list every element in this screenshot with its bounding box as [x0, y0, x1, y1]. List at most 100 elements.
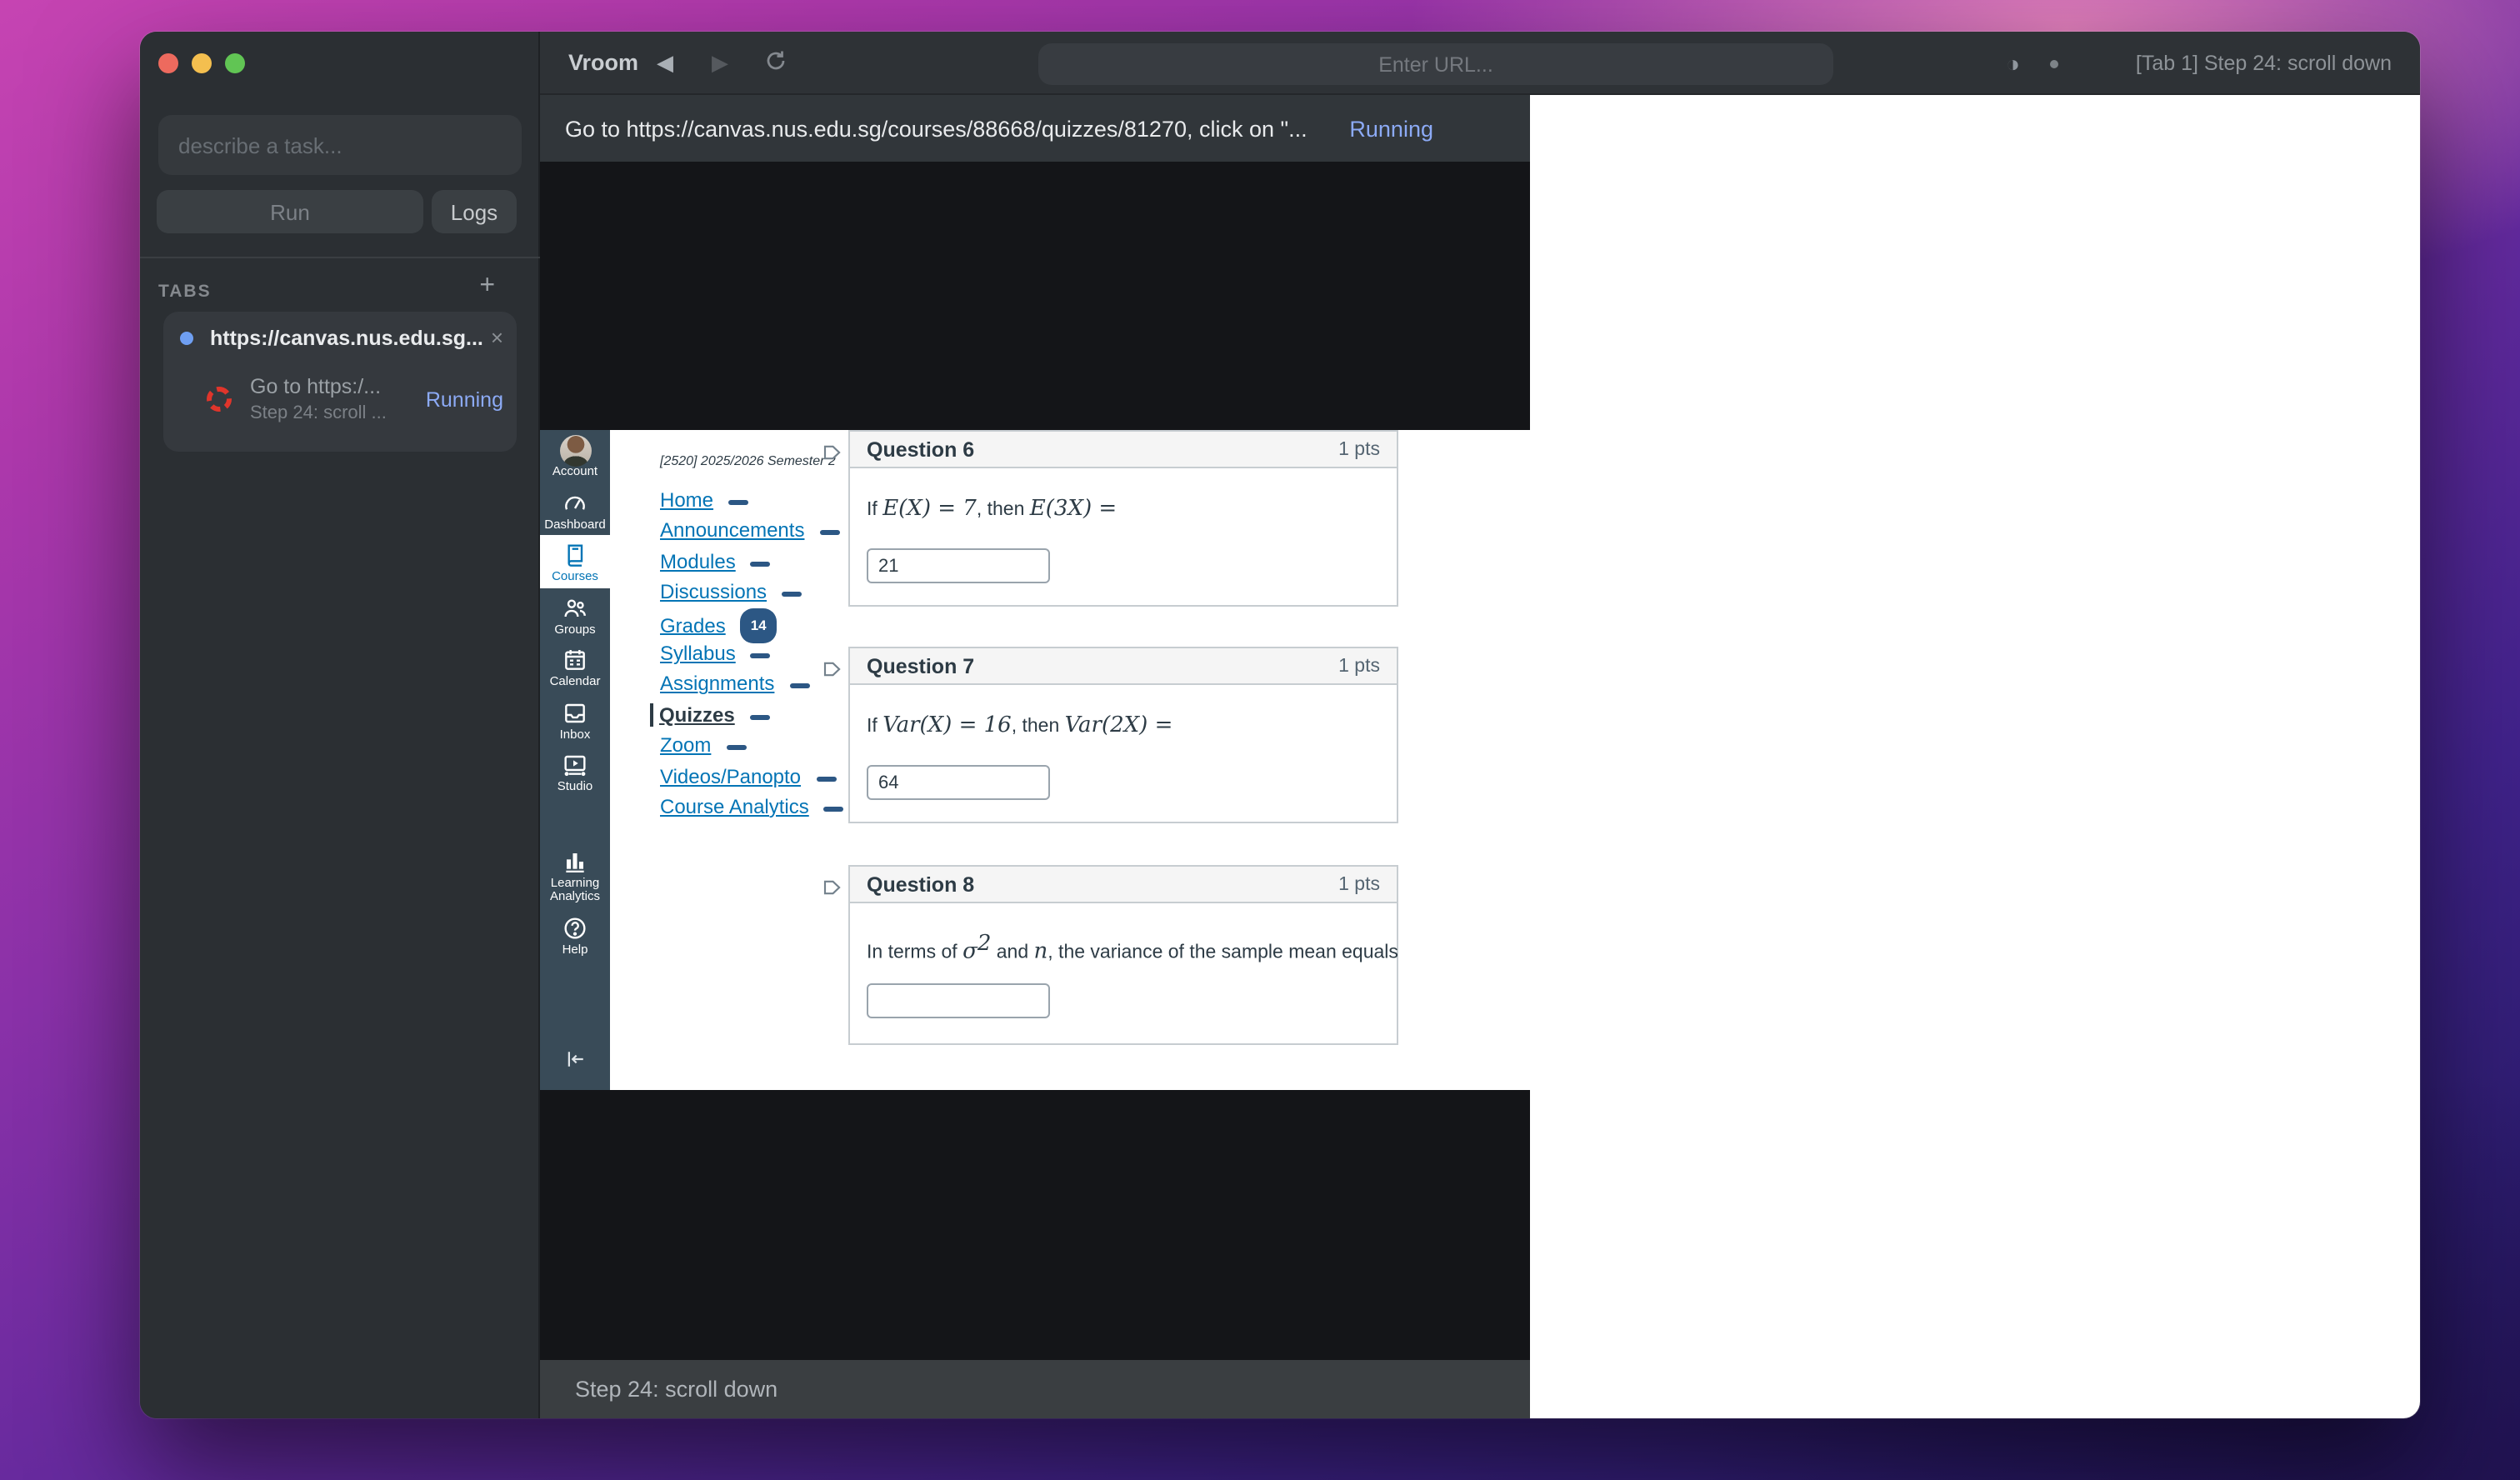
global-nav-dashboard[interactable]: Dashboard: [540, 482, 610, 535]
viewport-letterbox-top: [540, 162, 1530, 430]
forward-icon[interactable]: ▶: [712, 32, 728, 95]
minimize-window-button[interactable]: [192, 53, 212, 73]
studio-icon: [540, 750, 610, 778]
question-points: 1 pts: [1338, 439, 1380, 459]
course-nav-link[interactable]: Syllabus: [660, 642, 736, 665]
grades-unread-badge: [728, 500, 748, 505]
canvas-favicon: [207, 387, 232, 412]
run-button[interactable]: Run: [157, 190, 423, 233]
course-nav-link[interactable]: Grades: [660, 613, 726, 637]
task-description-input[interactable]: [158, 115, 522, 175]
url-input[interactable]: [1038, 43, 1833, 85]
close-tab-icon[interactable]: ×: [491, 328, 503, 348]
zoom-window-button[interactable]: [225, 53, 245, 73]
gnav-items: Account Dashboard Courses Groups Calenda…: [540, 430, 610, 960]
question-flag-icon[interactable]: [823, 655, 842, 685]
tab-step-status: [Tab 1] Step 24: scroll down: [2136, 32, 2392, 95]
global-nav-inbox[interactable]: Inbox: [540, 692, 610, 745]
grades-unread-badge: [726, 745, 746, 750]
global-nav-account[interactable]: Account: [540, 430, 610, 482]
question-prompt: In terms of σ2 and n, the variance of th…: [867, 932, 1398, 965]
course-nav-link[interactable]: Home: [660, 488, 713, 512]
agent-step-text: Step 24: scroll down: [575, 1377, 778, 1402]
global-nav-calendar[interactable]: Calendar: [540, 640, 610, 692]
theme-toggle-icon[interactable]: ◑: [2006, 32, 2020, 95]
question-card: Question 7 1 pts If Var(X) = 16, then Va…: [848, 647, 1398, 823]
tab-active-dot: [180, 332, 193, 345]
question-title: Question 6: [867, 438, 1338, 461]
question-header: Question 6 1 pts: [850, 432, 1397, 468]
course-nav-link[interactable]: Modules: [660, 550, 736, 573]
task-header-text: Go to https://canvas.nus.edu.sg/courses/…: [565, 116, 1316, 141]
grades-unread-badge: [782, 592, 802, 597]
course-nav-link[interactable]: Zoom: [660, 733, 711, 757]
question-body: If E(X) = 7, then E(3X) =: [850, 468, 1397, 642]
course-nav-item: Home: [660, 485, 868, 516]
vroom-app-window: Run Logs TABS + https://canvas.nus.edu.s…: [140, 32, 2420, 1418]
task-header-status: Running: [1349, 116, 1433, 141]
window-controls: [158, 53, 245, 73]
course-nav-link[interactable]: Course Analytics: [660, 795, 809, 818]
course-nav-item: Modules: [660, 547, 868, 578]
help-icon: [540, 912, 610, 941]
calendar-icon: [540, 645, 610, 673]
grades-unread-badge: [750, 714, 770, 719]
grades-unread-badge: [824, 807, 844, 812]
global-nav-studio[interactable]: Studio: [540, 745, 610, 798]
add-tab-button[interactable]: +: [479, 273, 495, 300]
viewport-letterbox-bottom: [540, 1090, 1530, 1360]
course-nav-link[interactable]: Quizzes: [649, 702, 735, 726]
global-nav-courses[interactable]: Courses: [540, 535, 610, 588]
course-nav-item: Zoom: [660, 730, 868, 761]
inbox-icon: [540, 698, 610, 726]
stage: Run Logs TABS + https://canvas.nus.edu.s…: [0, 0, 2520, 1480]
global-nav-help[interactable]: Help: [540, 908, 610, 960]
browser-toolbar: Vroom ◀ ▶ ◑ [Tab 1] Step 24: scroll down: [540, 32, 2420, 95]
question-points: 1 pts: [1338, 874, 1380, 894]
course-nav-link[interactable]: Videos/Panopto: [660, 764, 801, 788]
question-card: Question 6 1 pts If E(X) = 7, then E(3X)…: [848, 430, 1398, 607]
close-window-button[interactable]: [158, 53, 178, 73]
tab-task-step: Step 24: scroll ...: [250, 403, 416, 423]
course-nav: [2520] 2025/2026 Semester 2 Home Announc…: [660, 453, 868, 822]
course-nav-item: Announcements: [660, 516, 868, 547]
tab-task-title: Go to https:/...: [250, 375, 416, 398]
course-nav-item: Discussions: [660, 577, 868, 608]
global-nav-groups[interactable]: Groups: [540, 588, 610, 640]
grades-unread-badge: [751, 653, 771, 658]
question-card: Question 8 1 pts In terms of σ2 and n, t…: [848, 865, 1398, 1045]
reload-icon[interactable]: [763, 48, 788, 78]
grades-unread-badge: [819, 531, 839, 536]
question-title: Question 8: [867, 872, 1338, 896]
question-flag-icon[interactable]: [823, 873, 842, 903]
course-nav-item: Videos/Panopto: [660, 761, 868, 792]
task-header-row: Go to https://canvas.nus.edu.sg/courses/…: [540, 95, 1530, 162]
question-body: If Var(X) = 16, then Var(2X) =: [850, 685, 1397, 858]
people-icon: [540, 592, 610, 621]
chart-icon: [540, 846, 610, 874]
answer-input[interactable]: [867, 548, 1050, 583]
global-nav-learning-analytics[interactable]: Learning Analytics: [540, 841, 610, 908]
answer-input[interactable]: [867, 983, 1050, 1018]
logs-button[interactable]: Logs: [432, 190, 517, 233]
gauge-icon: [540, 488, 610, 516]
collapse-nav-icon[interactable]: [540, 1047, 610, 1077]
grades-unread-badge: [816, 776, 836, 781]
answer-input[interactable]: [867, 765, 1050, 800]
question-header: Question 7 1 pts: [850, 648, 1397, 685]
app-sidebar: Run Logs TABS + https://canvas.nus.edu.s…: [140, 32, 540, 1418]
browser-viewport: Go to https://canvas.nus.edu.sg/courses/…: [540, 95, 1530, 1418]
tabs-section-header: TABS: [158, 282, 212, 302]
question-flag-icon[interactable]: [823, 438, 842, 468]
question-body: In terms of σ2 and n, the variance of th…: [850, 903, 1397, 1080]
question-header: Question 8 1 pts: [850, 867, 1397, 903]
tab-task-info: Go to https:/... Step 24: scroll ...: [250, 375, 416, 423]
question-title: Question 7: [867, 654, 1338, 678]
back-icon[interactable]: ◀: [657, 32, 673, 95]
grades-unread-badge: [751, 562, 771, 567]
course-nav-link[interactable]: Announcements: [660, 519, 804, 542]
browser-tab-card[interactable]: https://canvas.nus.edu.sg... × Go to htt…: [163, 312, 517, 452]
course-nav-link[interactable]: Discussions: [660, 580, 767, 603]
question-points: 1 pts: [1338, 656, 1380, 676]
course-nav-link[interactable]: Assignments: [660, 672, 774, 696]
